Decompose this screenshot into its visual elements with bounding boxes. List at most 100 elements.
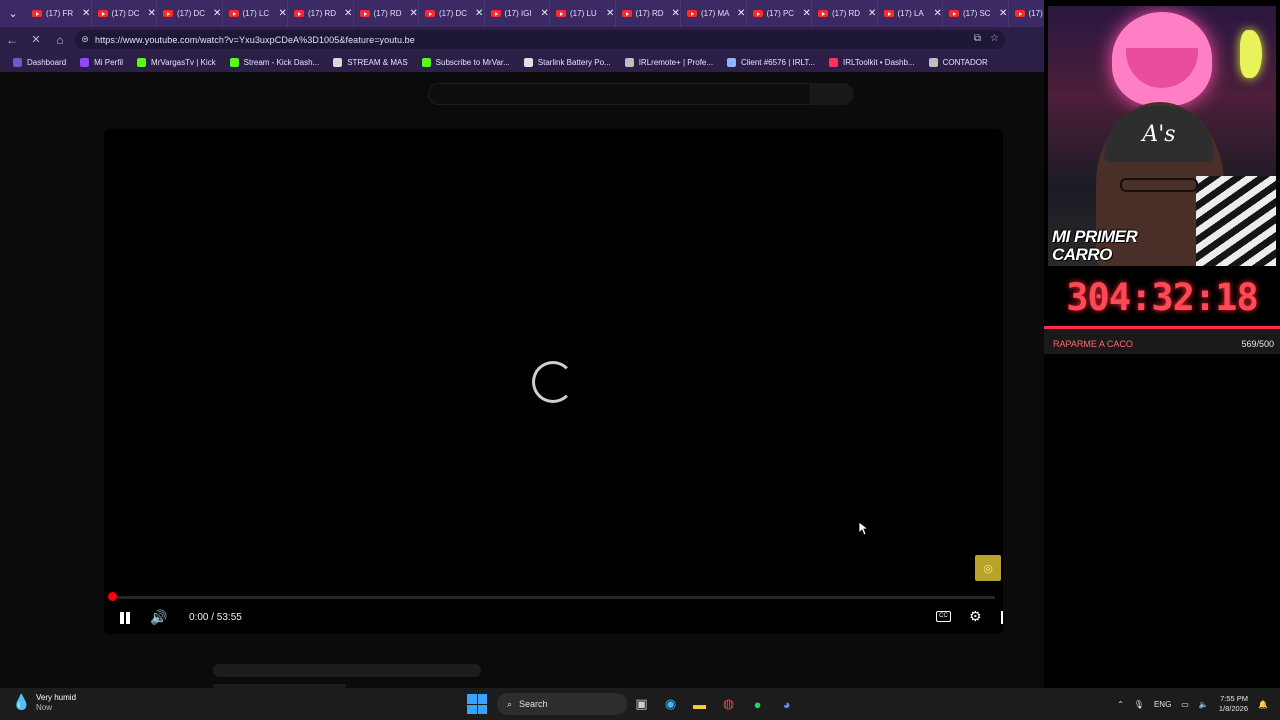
tab-title: (17) SC: [963, 9, 991, 18]
tab-close-icon[interactable]: ✕: [606, 8, 614, 19]
browser-tab[interactable]: (17) FR ✕: [26, 0, 92, 27]
browser-tab[interactable]: (17) PC ✕: [747, 0, 812, 27]
goal-count: 569/500: [1241, 339, 1274, 349]
back-arrow-icon[interactable]: ←: [0, 27, 24, 52]
open-in-app-icon[interactable]: ⧉: [974, 33, 981, 44]
browser-tab[interactable]: (17) SC ✕: [943, 0, 1009, 27]
bookmark-item[interactable]: Subscribe to MrVar...: [415, 52, 517, 72]
tab-close-icon[interactable]: ✕: [934, 8, 942, 19]
tab-title: (17) DC: [111, 9, 140, 18]
youtube-favicon-icon: [556, 10, 566, 17]
youtube-favicon-icon: [294, 10, 304, 17]
browser-tab[interactable]: (17) RD ✕: [354, 0, 419, 27]
bookmark-item[interactable]: Mi Perfil: [73, 52, 130, 72]
network-icon[interactable]: ▭: [1181, 700, 1189, 709]
bookmark-item[interactable]: MrVargasTv | Kick: [130, 52, 223, 72]
youtube-search-button[interactable]: [811, 83, 854, 105]
address-bar[interactable]: ⊜ https://www.youtube.com/watch?v=Yxu3ux…: [75, 30, 1005, 49]
speaker-icon[interactable]: 🔈: [1199, 700, 1209, 709]
tab-close-icon[interactable]: ✕: [541, 8, 549, 19]
youtube-favicon-icon: [949, 10, 959, 17]
tab-close-icon[interactable]: ✕: [672, 8, 680, 19]
bookmark-item[interactable]: CONTADOR: [922, 52, 995, 72]
home-icon[interactable]: ⌂: [48, 27, 72, 52]
file-explorer-icon[interactable]: ▬: [685, 692, 714, 716]
pause-button[interactable]: [116, 610, 134, 628]
browser-tab[interactable]: (17) LA ✕: [878, 0, 943, 27]
browser-tab[interactable]: (17) RD ✕: [616, 0, 681, 27]
clock-time: 7:55 PM: [1220, 694, 1249, 703]
video-player[interactable]: ◎ 🔊 0:00 / 53:55 CC ⚙: [104, 129, 1003, 634]
browser-tab[interactable]: (17) MA ✕: [681, 0, 747, 27]
fullscreen-edge[interactable]: [1001, 611, 1003, 624]
chrome-icon[interactable]: ◍: [714, 692, 743, 716]
bookmark-item[interactable]: Client #6576 | IRLT...: [720, 52, 822, 72]
tab-close-icon[interactable]: ✕: [803, 8, 811, 19]
youtube-favicon-icon: [97, 10, 108, 17]
neon-sign: [1112, 12, 1212, 106]
notification-bell-icon[interactable]: 🔔: [1258, 700, 1268, 709]
tab-close-icon[interactable]: ✕: [148, 8, 156, 19]
bookmark-item[interactable]: IRLremote+ | Profe...: [618, 52, 720, 72]
settings-gear-icon[interactable]: ⚙: [969, 608, 982, 625]
favorite-star-icon[interactable]: ☆: [990, 33, 999, 44]
tab-close-icon[interactable]: ✕: [279, 8, 287, 19]
windows-taskbar: 💧 Very humid Now ⌕ Search ▣ ◉ ▬ ◍ ● ◕ ⌃ …: [0, 688, 1280, 720]
bookmark-item[interactable]: Starlink Battery Po...: [517, 52, 618, 72]
stream-overlay: A's MI PRIMER CARRO 304:32:18 RAPARME A …: [1044, 0, 1280, 688]
striped-shirt: [1196, 176, 1276, 266]
tab-list-chevron-icon[interactable]: ⌄: [0, 0, 26, 27]
edge-browser-icon[interactable]: ◉: [656, 692, 685, 716]
bookmark-item[interactable]: IRLToolkit • Dashb...: [822, 52, 922, 72]
bookmark-item[interactable]: Stream - Kick Dash...: [223, 52, 327, 72]
url-text[interactable]: https://www.youtube.com/watch?v=Yxu3uxpC…: [95, 35, 415, 45]
tab-close-icon[interactable]: ✕: [868, 8, 876, 19]
tab-close-icon[interactable]: ✕: [475, 8, 483, 19]
bookmark-item[interactable]: Dashboard: [6, 52, 73, 72]
browser-tab[interactable]: (17) LU ✕: [550, 0, 616, 27]
title-skeleton: [213, 664, 481, 677]
tab-close-icon[interactable]: ✕: [213, 8, 221, 19]
weather-widget[interactable]: 💧 Very humid Now: [12, 693, 76, 713]
tab-close-icon[interactable]: ✕: [82, 8, 90, 19]
tab-close-icon[interactable]: ✕: [410, 8, 418, 19]
mouse-cursor-icon: [859, 522, 869, 536]
bookmark-favicon-icon: [229, 57, 239, 67]
start-windows-icon[interactable]: [467, 694, 487, 714]
youtube-favicon-icon: [818, 10, 828, 17]
stop-loading-icon[interactable]: ✕: [24, 27, 48, 52]
browser-tab[interactable]: (17) RD ✕: [288, 0, 354, 27]
browser-tab[interactable]: (17) DC ✕: [92, 0, 157, 27]
progress-bar[interactable]: [112, 596, 995, 599]
channel-watermark-icon[interactable]: ◎: [975, 555, 1001, 581]
spotify-icon[interactable]: ●: [743, 692, 772, 716]
athletics-cap: A's: [1104, 106, 1214, 162]
site-info-icon[interactable]: ⊜: [75, 34, 95, 45]
browser-tab[interactable]: (17)✕: [1009, 0, 1045, 27]
tab-close-icon[interactable]: ✕: [999, 8, 1007, 19]
youtube-search-input[interactable]: [428, 83, 811, 105]
clock[interactable]: 7:55 PM 1/8/2026: [1219, 694, 1248, 714]
browser-tab[interactable]: (17) DC ✕: [157, 0, 223, 27]
browser-tab[interactable]: (17) IGI ✕: [485, 0, 550, 27]
discord-icon[interactable]: ◕: [772, 692, 801, 716]
subtitles-button[interactable]: CC: [936, 611, 951, 622]
tab-close-icon[interactable]: ✕: [737, 8, 745, 19]
browser-tab[interactable]: (17) LC ✕: [223, 0, 288, 27]
tray-chevron-icon[interactable]: ⌃: [1117, 700, 1124, 709]
language-indicator[interactable]: ENG: [1154, 700, 1171, 709]
volume-icon[interactable]: 🔊: [150, 609, 167, 626]
tab-close-icon[interactable]: ✕: [344, 8, 352, 19]
taskbar-search[interactable]: ⌕ Search: [497, 693, 627, 715]
microphone-icon[interactable]: 🎙: [1134, 700, 1144, 709]
bookmark-item[interactable]: STREAM & MAS: [326, 52, 414, 72]
task-view-icon[interactable]: ▣: [627, 692, 656, 716]
bookmark-label: MrVargasTv | Kick: [151, 57, 216, 67]
tab-strip: ⌄ (17) FR ✕ (17) DC ✕ (17) DC ✕ (17) LC ✕ (17) R…: [0, 0, 1044, 27]
search-icon: ⌕: [507, 698, 513, 709]
browser-tab[interactable]: (17) RD ✕: [812, 0, 878, 27]
tab-title: (17) RD: [832, 9, 861, 18]
progress-scrubber[interactable]: [108, 592, 117, 601]
browser-tab[interactable]: (17) DC ✕: [419, 0, 485, 27]
player-controls: 🔊 0:00 / 53:55 CC ⚙: [104, 603, 1003, 633]
